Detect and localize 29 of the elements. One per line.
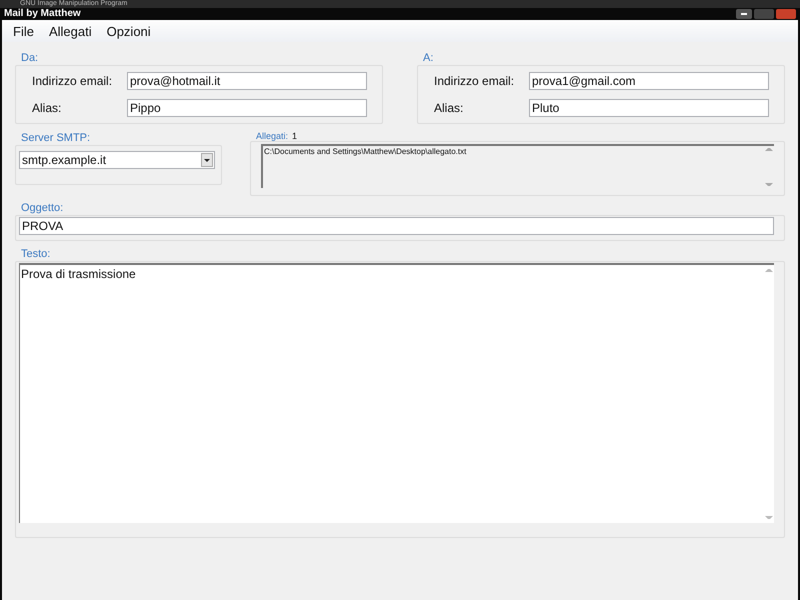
attachment-list[interactable]: C:\Documents and Settings\Matthew\Desktop\allegato.txt — [261, 144, 774, 188]
attachment-path[interactable]: C:\Documents and Settings\Matthew\Desktop\allegato.txt — [264, 146, 466, 157]
attachment-count: 1 — [292, 132, 298, 141]
close-button[interactable] — [776, 9, 796, 19]
text-field[interactable]: PROVA — [19, 217, 774, 235]
menu-item[interactable]: Opzioni — [106, 22, 151, 42]
message-textarea[interactable]: Prova di trasmissione — [19, 263, 774, 523]
group-legend: A: — [423, 51, 785, 65]
minimize-button[interactable] — [736, 9, 752, 19]
menu-item[interactable]: File — [13, 22, 34, 42]
group-legend: Testo: — [21, 247, 785, 261]
field-label: Indirizzo email: — [31, 73, 114, 90]
window-title: Mail by Matthew — [4, 9, 81, 19]
text-field[interactable]: Pluto — [529, 99, 769, 117]
field-label: Alias: — [433, 100, 464, 117]
text-field[interactable]: Pippo — [127, 99, 367, 117]
group-legend: Da: — [21, 51, 383, 65]
text-field[interactable]: prova1@gmail.com — [529, 72, 769, 90]
smtp-dropdown[interactable]: smtp.example.it — [19, 151, 215, 169]
scrollbar[interactable] — [765, 146, 773, 188]
dropdown-button[interactable] — [201, 153, 213, 167]
field-label: Alias: — [31, 100, 62, 117]
caret-icon — [204, 158, 210, 162]
text-field[interactable]: prova@hotmail.it — [127, 72, 367, 90]
group-legend: Oggetto: — [21, 201, 785, 215]
field-label: Indirizzo email: — [433, 73, 516, 90]
group-legend: Allegati: — [256, 132, 288, 141]
group-legend: Server SMTP: — [21, 131, 90, 145]
menu-item[interactable]: Allegati — [48, 22, 92, 42]
